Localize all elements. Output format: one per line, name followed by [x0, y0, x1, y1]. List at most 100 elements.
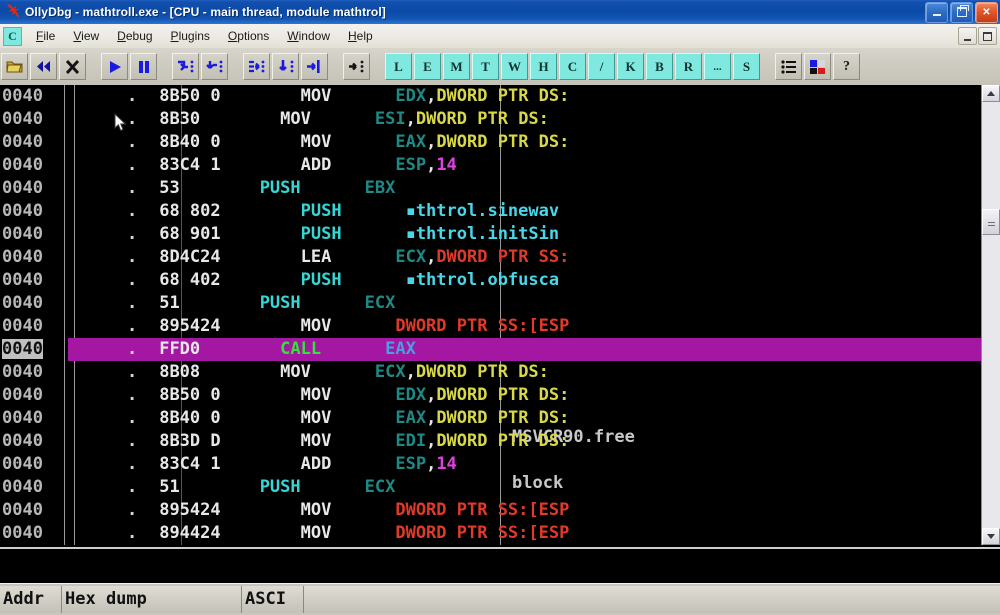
toolbar-button-H[interactable]: H	[530, 53, 557, 80]
toolbar-button-B[interactable]: B	[646, 53, 673, 80]
menu-window[interactable]: Window	[278, 27, 339, 45]
row-operands: ESP,14	[395, 155, 457, 175]
row-hex-bytes: 8B50 0	[159, 385, 221, 405]
pause-icon[interactable]	[130, 53, 157, 80]
row-hex-bytes: 51	[159, 293, 180, 313]
row-mnemonic: PUSH	[300, 201, 342, 221]
row-operands: ECX,DWORD PTR DS:	[374, 362, 549, 382]
row-mnemonic: PUSH	[259, 178, 301, 198]
dump-col-hex[interactable]: Hex dump	[62, 586, 242, 613]
menu-options[interactable]: Options	[219, 27, 278, 45]
dump-col-ascii[interactable]: ASCI	[242, 586, 304, 613]
row-marker: .	[126, 339, 138, 359]
mdi-child-icon[interactable]: C	[3, 26, 22, 46]
scroll-thumb[interactable]	[982, 209, 1000, 235]
window-title: OllyDbg - mathtroll.exe - [CPU - main th…	[25, 5, 386, 19]
row-marker: .	[126, 86, 138, 106]
row-address: 0040	[2, 155, 43, 175]
disassembly-row[interactable]: 0040. 68 901 PUSH ▪thtrol.initSin	[0, 223, 982, 246]
dump-col-address[interactable]: Addr	[0, 586, 62, 613]
disassembly-row[interactable]: 0040. 8B40 0 MOV EAX,DWORD PTR DS:	[0, 131, 982, 154]
disassembly-row[interactable]: 0040. FFD0 CALL EAX	[0, 338, 982, 361]
restart-icon[interactable]	[30, 53, 57, 80]
disassembly-row[interactable]: 0040. 53 PUSH EBX	[0, 177, 982, 200]
disassembly-row[interactable]: 0040. 68 802 PUSH ▪thtrol.sinewav	[0, 200, 982, 223]
toolbar-button-M[interactable]: M	[443, 53, 470, 80]
execute-till-return-icon[interactable]	[301, 53, 328, 80]
disassembly-row[interactable]: 0040. 895424 MOV DWORD PTR SS:[ESP	[0, 315, 982, 338]
menu-debug[interactable]: Debug	[108, 27, 161, 45]
toolbar-button-C[interactable]: C	[559, 53, 586, 80]
row-address: 0040	[2, 247, 43, 267]
open-file-icon[interactable]	[1, 53, 28, 80]
minimize-button[interactable]	[925, 1, 948, 23]
toolbar-button-ellipsis[interactable]: ...	[704, 53, 731, 80]
options-list-icon[interactable]	[775, 53, 802, 80]
close-program-icon[interactable]	[59, 53, 86, 80]
disassembly-row[interactable]: 0040. 51 PUSH ECX	[0, 292, 982, 315]
toolbar-button-S[interactable]: S	[733, 53, 760, 80]
disassembly-row[interactable]: 0040. 83C4 1 ADD ESP,14	[0, 154, 982, 177]
run-icon[interactable]	[101, 53, 128, 80]
restore-button[interactable]	[950, 1, 973, 23]
trace-icon[interactable]	[343, 53, 370, 80]
toolbar-button-R[interactable]: R	[675, 53, 702, 80]
toolbar: L E M T W H C / K B R ... S ?	[0, 48, 1000, 87]
row-hex-bytes: 68 901	[159, 224, 221, 244]
disassembly-row[interactable]: 0040. 8B30 MOV ESI,DWORD PTR DS:	[0, 108, 982, 131]
row-operands: ECX	[364, 477, 396, 497]
pane-divider[interactable]	[0, 545, 1000, 583]
disassembly-row[interactable]: 0040. 8B40 0 MOV EAX,DWORD PTR DS:	[0, 407, 982, 430]
row-mnemonic: MOV	[300, 408, 332, 428]
color-palette-icon[interactable]	[804, 53, 831, 80]
title-bar: OllyDbg - mathtroll.exe - [CPU - main th…	[0, 0, 1000, 25]
disassembly-row[interactable]: 0040. 8B3D D MOV EDI,DWORD PTR DS:	[0, 430, 982, 453]
menu-file[interactable]: File	[27, 27, 64, 45]
scroll-up-arrow[interactable]	[982, 85, 1000, 102]
help-icon[interactable]: ?	[833, 53, 860, 80]
toolbar-button-W[interactable]: W	[501, 53, 528, 80]
scroll-down-arrow[interactable]	[982, 528, 1000, 545]
disassembly-row[interactable]: 0040. 8B50 0 MOV EDX,DWORD PTR DS:	[0, 384, 982, 407]
row-address: 0040	[2, 362, 43, 382]
cpu-disassembly-pane[interactable]: 0040. 8B50 0 MOV EDX,DWORD PTR DS: 0040. 8B30…	[0, 85, 1000, 545]
animate-over-icon[interactable]	[272, 53, 299, 80]
row-marker: .	[126, 224, 138, 244]
disassembly-scrollbar[interactable]	[981, 85, 1000, 545]
row-marker: .	[126, 431, 138, 451]
row-operands: EBX	[364, 178, 396, 198]
row-operands: ECX	[364, 293, 396, 313]
row-mnemonic: ADD	[300, 155, 332, 175]
animate-into-icon[interactable]	[243, 53, 270, 80]
menu-help[interactable]: Help	[339, 27, 382, 45]
menu-view[interactable]: View	[64, 27, 108, 45]
ollydbg-icon	[4, 3, 22, 21]
step-over-icon[interactable]	[201, 53, 228, 80]
disassembly-row[interactable]: 0040. 894424 MOV DWORD PTR SS:[ESP	[0, 522, 982, 545]
row-mnemonic: MOV	[300, 86, 332, 106]
row-address: 0040	[2, 270, 43, 290]
mdi-restore-button[interactable]	[978, 27, 997, 45]
row-hex-bytes: 8B40 0	[159, 132, 221, 152]
toolbar-button-T[interactable]: T	[472, 53, 499, 80]
row-address: 0040	[2, 86, 43, 106]
row-hex-bytes: 68 802	[159, 201, 221, 221]
disassembly-row[interactable]: 0040. 68 402 PUSH ▪thtrol.obfusca	[0, 269, 982, 292]
disassembly-row[interactable]: 0040. 51 PUSH ECX	[0, 476, 982, 499]
disassembly-row[interactable]: 0040. 8B50 0 MOV EDX,DWORD PTR DS:	[0, 85, 982, 108]
disassembly-row[interactable]: 0040. 8D4C24 LEA ECX,DWORD PTR SS:	[0, 246, 982, 269]
menu-plugins[interactable]: Plugins	[162, 27, 219, 45]
toolbar-button-K[interactable]: K	[617, 53, 644, 80]
disassembly-row[interactable]: 0040. 895424 MOV DWORD PTR SS:[ESP	[0, 499, 982, 522]
step-into-icon[interactable]	[172, 53, 199, 80]
toolbar-button-E[interactable]: E	[414, 53, 441, 80]
toolbar-button-slash[interactable]: /	[588, 53, 615, 80]
mdi-minimize-button[interactable]	[958, 27, 977, 45]
row-operands: EAX,DWORD PTR DS:	[395, 408, 570, 428]
close-button[interactable]: ✕	[975, 1, 998, 23]
toolbar-button-L[interactable]: L	[385, 53, 412, 80]
row-operands: ▪thtrol.initSin	[405, 224, 560, 244]
row-mnemonic: MOV	[300, 132, 332, 152]
disassembly-row[interactable]: 0040. 83C4 1 ADD ESP,14	[0, 453, 982, 476]
disassembly-row[interactable]: 0040. 8B08 MOV ECX,DWORD PTR DS:	[0, 361, 982, 384]
